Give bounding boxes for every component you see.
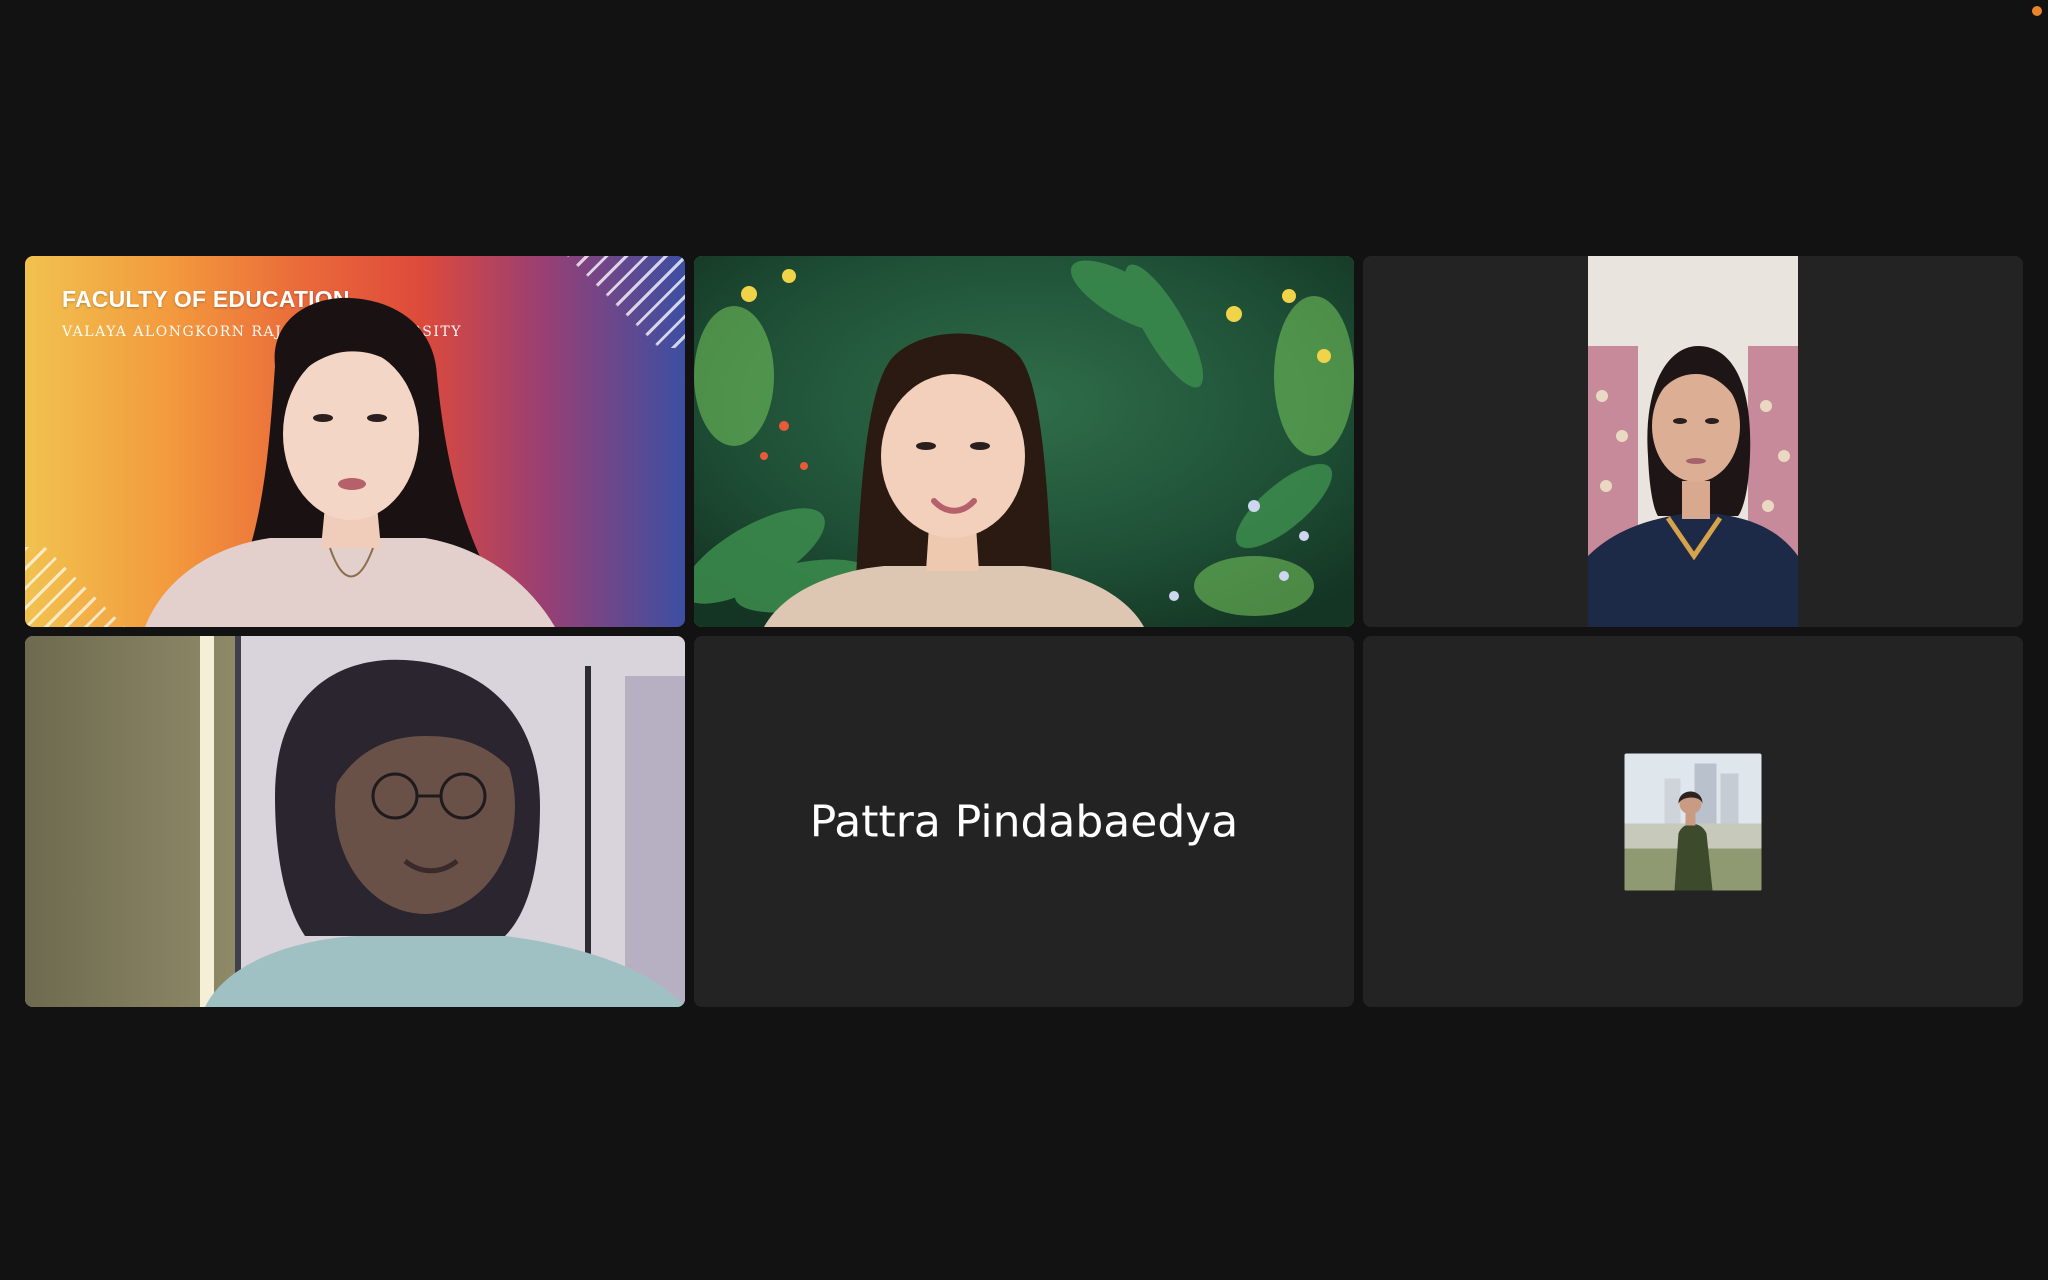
participant-tile-6[interactable] xyxy=(1363,636,2023,1007)
participant-tile-4[interactable] xyxy=(25,636,685,1007)
portrait-video-frame xyxy=(1588,256,1798,627)
avatar xyxy=(1624,753,1762,890)
recording-indicator xyxy=(2032,6,2042,16)
participant-tile-3[interactable] xyxy=(1363,256,2023,627)
profile-photo xyxy=(1624,753,1762,890)
participant-tile-1[interactable]: FACULTY OF EDUCATION VALAYA ALONGKORN RA… xyxy=(25,256,685,627)
participant-tile-5[interactable]: Pattra Pindabaedya xyxy=(694,636,1354,1007)
participant-video-feed xyxy=(694,256,1354,627)
participant-video-feed xyxy=(25,636,685,1007)
participant-video-feed xyxy=(1588,256,1798,627)
participant-video-feed xyxy=(145,297,555,627)
participant-tile-2[interactable] xyxy=(694,256,1354,627)
video-meeting-window: FACULTY OF EDUCATION VALAYA ALONGKORN RA… xyxy=(0,0,2048,1280)
gallery-view-grid: FACULTY OF EDUCATION VALAYA ALONGKORN RA… xyxy=(25,256,2023,1007)
participant-name: Pattra Pindabaedya xyxy=(809,796,1239,847)
